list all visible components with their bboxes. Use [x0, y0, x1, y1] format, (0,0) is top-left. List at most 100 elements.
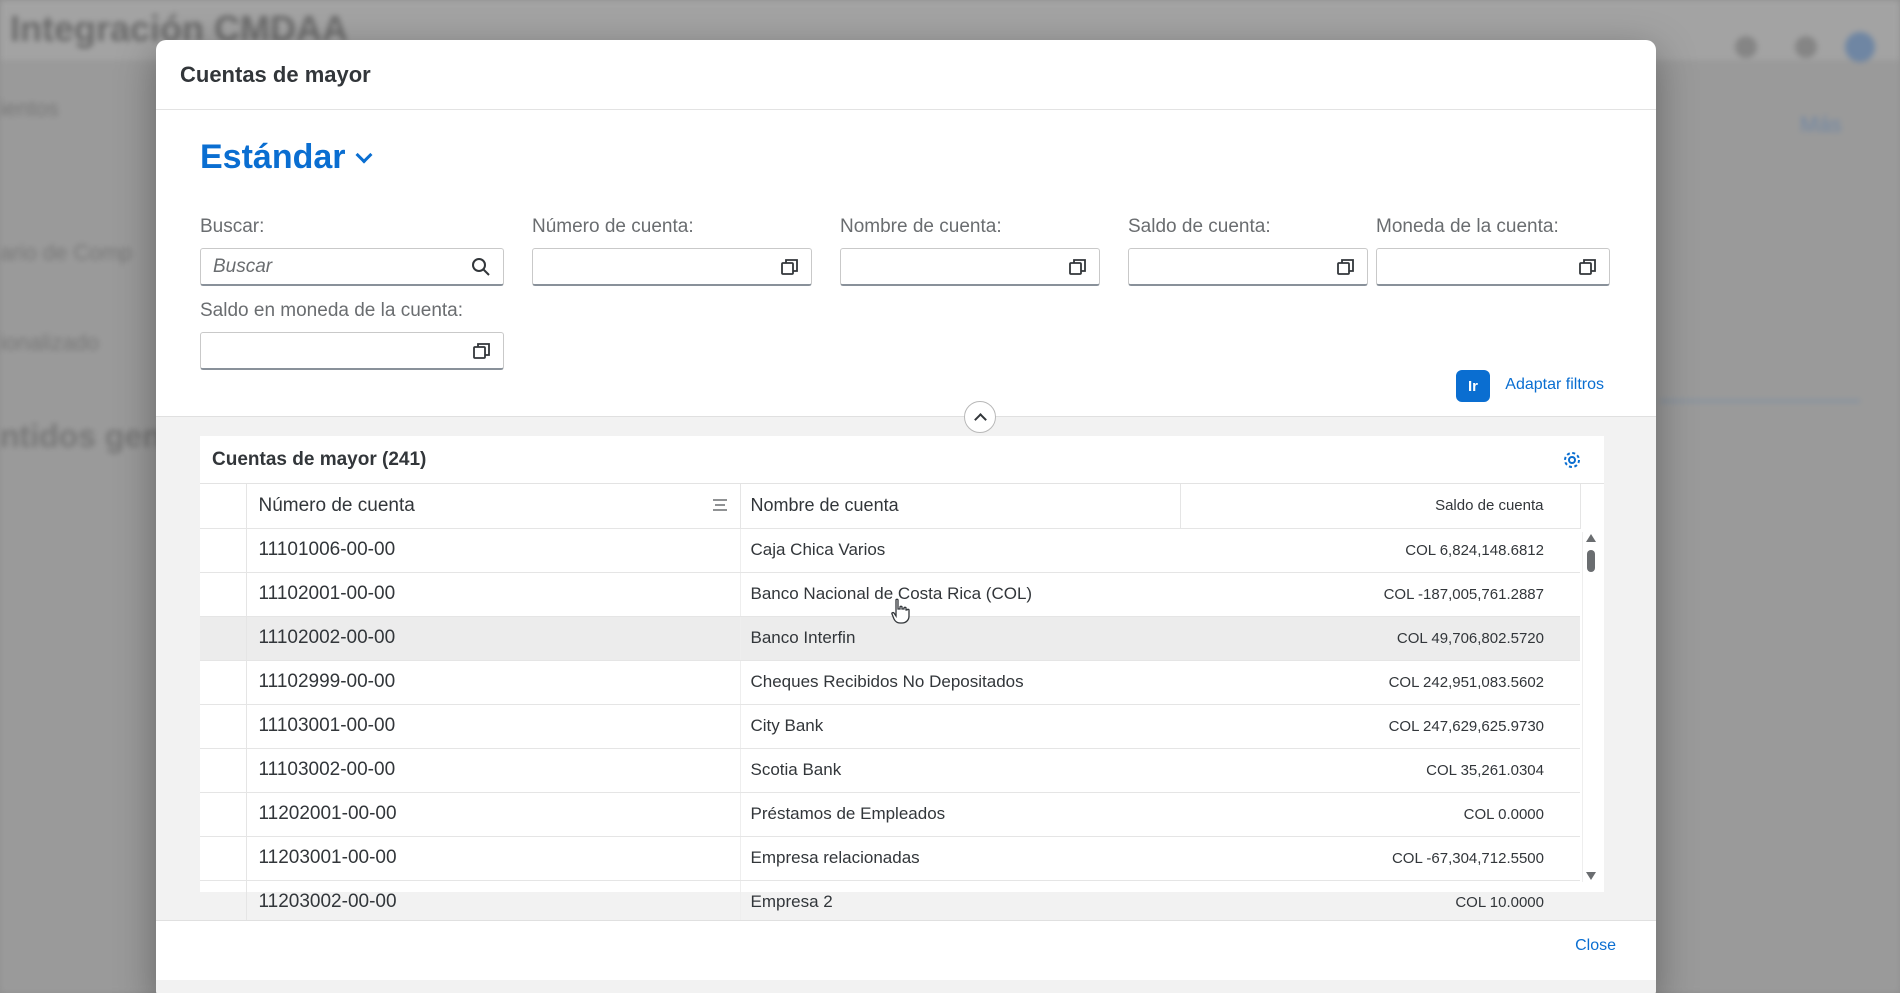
table-header-row: Número de cuenta Nombre de cuenta Saldo …	[200, 484, 1581, 529]
go-button[interactable]: Ir	[1456, 370, 1490, 402]
chevron-down-icon	[355, 146, 372, 163]
column-header-account-balance[interactable]: Saldo de cuenta	[1180, 484, 1581, 529]
background-search-icon	[1735, 36, 1757, 58]
filter-account-balance-label: Saldo de cuenta:	[1128, 216, 1271, 237]
value-help-icon[interactable]	[1069, 258, 1087, 276]
row-selector[interactable]	[200, 880, 247, 925]
value-help-dialog: Cuentas de mayor Estándar Buscar: Número…	[156, 40, 1656, 993]
filter-search-label: Buscar:	[200, 216, 265, 237]
table-row[interactable]: 11103002-00-00 Scotia Bank COL 35,261.03…	[200, 748, 1580, 793]
background-more-link: Más	[1800, 112, 1842, 137]
value-help-icon[interactable]	[1337, 258, 1355, 276]
adapt-filters-link[interactable]: Adaptar filtros	[1505, 376, 1604, 394]
scroll-down-icon[interactable]	[1586, 872, 1596, 880]
cell-account-number: 11102999-00-00	[246, 660, 741, 705]
cell-account-balance: COL 10.0000	[1180, 880, 1580, 925]
table-title: Cuentas de mayor (241)	[212, 448, 427, 470]
row-selector[interactable]	[200, 660, 247, 705]
search-icon[interactable]	[471, 257, 491, 277]
cell-account-balance: COL 247,629,625.9730	[1180, 704, 1580, 749]
scroll-thumb[interactable]	[1587, 550, 1595, 572]
filter-account-currency: Moneda de la cuenta:	[1376, 216, 1610, 286]
cell-account-balance: COL 35,261.0304	[1180, 748, 1580, 793]
table-row[interactable]: 11202001-00-00 Préstamos de Empleados CO…	[200, 792, 1580, 837]
filter-account-balance: Saldo de cuenta:	[1128, 216, 1368, 286]
hand-pointer-icon	[891, 598, 910, 624]
row-selector[interactable]	[200, 836, 247, 881]
sort-icon	[712, 499, 727, 511]
cell-account-balance: COL 0.0000	[1180, 792, 1580, 837]
table-scrollbar[interactable]	[1582, 532, 1598, 882]
selection-header	[200, 484, 247, 529]
scroll-up-icon[interactable]	[1586, 534, 1596, 542]
value-help-icon[interactable]	[473, 342, 491, 360]
cell-account-number: 11103001-00-00	[246, 704, 741, 749]
row-selector[interactable]	[200, 528, 247, 573]
filter-account-name: Nombre de cuenta:	[840, 216, 1100, 286]
cell-account-number: 11102001-00-00	[246, 572, 741, 617]
cell-account-name: Banco Interfin	[740, 616, 1180, 661]
background-divider	[1660, 400, 1860, 402]
background-text-2: ario de Comp	[0, 240, 133, 265]
cell-account-balance: COL 242,951,083.5602	[1180, 660, 1580, 705]
variant-name: Estándar	[200, 138, 346, 176]
row-selector[interactable]	[200, 704, 247, 749]
variant-selector[interactable]: Estándar	[200, 138, 372, 177]
close-button[interactable]: Close	[1575, 937, 1616, 955]
table-area: Cuentas de mayor (241) Número de cuenta …	[156, 436, 1656, 993]
accounts-table: Número de cuenta Nombre de cuenta Saldo …	[200, 484, 1581, 925]
column-header-label: Número de cuenta	[258, 494, 415, 516]
filter-collapse-strip	[156, 401, 1656, 436]
table-row[interactable]: 11102999-00-00 Cheques Recibidos No Depo…	[200, 660, 1580, 705]
cell-account-name: Scotia Bank	[740, 748, 1180, 793]
collapse-filters-button[interactable]	[964, 401, 996, 433]
account-balance-field[interactable]	[1128, 248, 1368, 286]
cell-account-number: 11101006-00-00	[246, 528, 741, 573]
table-row[interactable]: 11101006-00-00 Caja Chica Varios COL 6,8…	[200, 528, 1580, 573]
filter-account-number: Número de cuenta:	[532, 216, 812, 286]
value-help-icon[interactable]	[1579, 258, 1597, 276]
cell-account-name: Cheques Recibidos No Depositados	[740, 660, 1180, 705]
dialog-header: Cuentas de mayor	[156, 40, 1656, 110]
filter-account-currency-label: Moneda de la cuenta:	[1376, 216, 1559, 237]
column-header-account-name[interactable]: Nombre de cuenta	[740, 484, 1181, 529]
filter-account-number-label: Número de cuenta:	[532, 216, 694, 237]
cell-account-name: City Bank	[740, 704, 1180, 749]
row-selector[interactable]	[200, 616, 247, 661]
account-currency-field[interactable]	[1376, 248, 1610, 286]
table-row[interactable]: 11203002-00-00 Empresa 2 COL 10.0000	[200, 880, 1580, 925]
cell-account-number: 11103002-00-00	[246, 748, 741, 793]
cell-account-name: Préstamos de Empleados	[740, 792, 1180, 837]
cell-account-name: Empresa relacionadas	[740, 836, 1180, 881]
table-toolbar: Cuentas de mayor (241)	[200, 436, 1604, 484]
background-avatar	[1845, 32, 1875, 62]
table-row[interactable]: 11103001-00-00 City Bank COL 247,629,625…	[200, 704, 1580, 749]
row-selector[interactable]	[200, 572, 247, 617]
cell-account-balance: COL -187,005,761.2887	[1180, 572, 1580, 617]
row-selector[interactable]	[200, 792, 247, 837]
row-selector[interactable]	[200, 748, 247, 793]
filter-bar: Estándar Buscar: Número de cuenta:	[156, 110, 1656, 416]
filter-balance-in-currency-label: Saldo en moneda de la cuenta:	[200, 300, 464, 321]
chevron-up-icon	[973, 413, 987, 426]
cell-account-balance: COL 49,706,802.5720	[1180, 616, 1580, 661]
column-header-account-number[interactable]: Número de cuenta	[246, 484, 741, 529]
account-number-field[interactable]	[532, 248, 812, 286]
cell-account-number: 11202001-00-00	[246, 792, 741, 837]
cell-account-number: 11102002-00-00	[246, 616, 741, 661]
search-input[interactable]	[213, 255, 450, 278]
gear-icon[interactable]	[1562, 450, 1582, 470]
balance-in-currency-field[interactable]	[200, 332, 504, 370]
cell-account-balance: COL -67,304,712.5500	[1180, 836, 1580, 881]
cell-account-name: Empresa 2	[740, 880, 1180, 925]
background-text-1: ientos	[0, 96, 59, 121]
filter-balance-in-currency: Saldo en moneda de la cuenta:	[200, 300, 504, 370]
background-text-3: ionalizado	[0, 330, 100, 355]
dialog-footer: Close	[156, 920, 1656, 980]
search-field[interactable]	[200, 248, 504, 286]
background-bell-icon	[1795, 36, 1817, 58]
table-row[interactable]: 11203001-00-00 Empresa relacionadas COL …	[200, 836, 1580, 881]
account-name-field[interactable]	[840, 248, 1100, 286]
value-help-icon[interactable]	[781, 258, 799, 276]
filter-account-name-label: Nombre de cuenta:	[840, 216, 1002, 237]
